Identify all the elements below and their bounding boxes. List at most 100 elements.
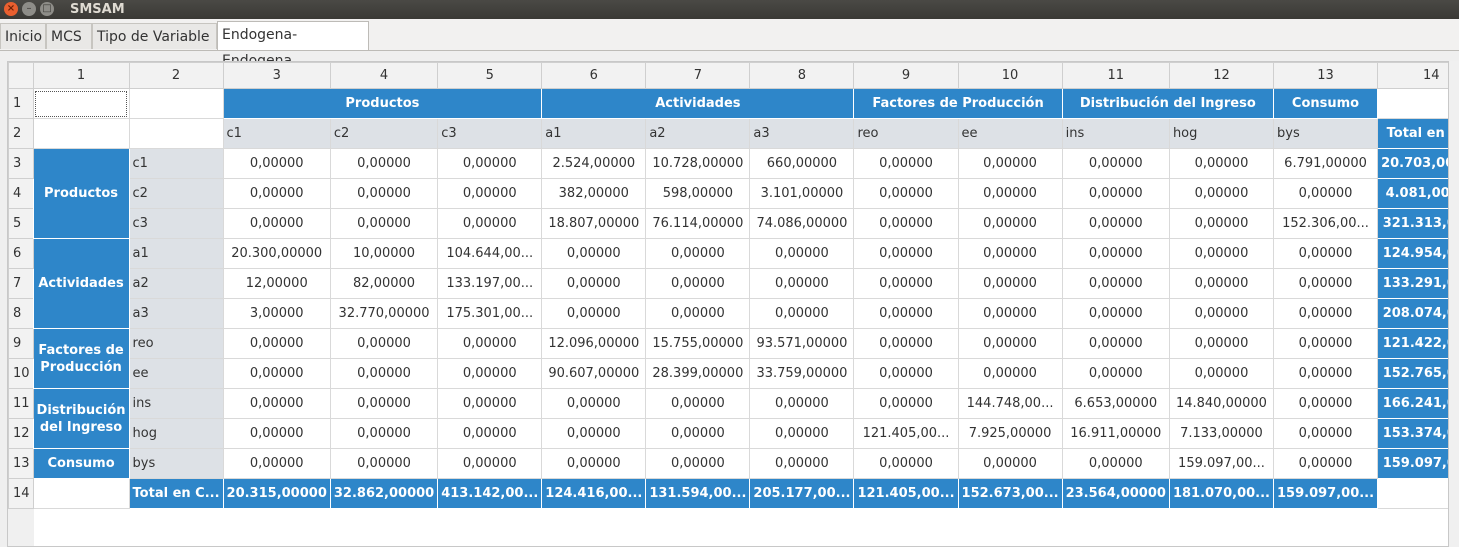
sub-column-label[interactable]: a1 [541, 118, 647, 149]
grid-cell[interactable]: 0,00000 [957, 328, 1063, 359]
grid-cell[interactable]: 0,00000 [437, 388, 543, 419]
grid-cell[interactable]: 0,00000 [853, 208, 959, 239]
row-header[interactable]: 4 [8, 178, 34, 209]
grid-cell[interactable]: 0,00000 [749, 238, 855, 269]
grid-cell[interactable]: 0,00000 [957, 148, 1063, 179]
column-total-cell[interactable]: 152.673,00... [957, 478, 1063, 509]
grid-cell[interactable]: 0,00000 [1061, 238, 1170, 269]
row-total-cell[interactable]: 124.954,00... [1377, 238, 1448, 269]
column-header[interactable]: 10 [957, 62, 1063, 89]
grid-cell[interactable]: 15.755,00000 [645, 328, 751, 359]
grid-cell[interactable]: 0,00000 [1061, 328, 1170, 359]
row-header[interactable]: 5 [8, 208, 34, 239]
column-header[interactable]: 12 [1168, 62, 1275, 89]
grid-cell[interactable]: 0,00000 [645, 448, 751, 479]
grid-cell[interactable]: 0,00000 [1272, 328, 1379, 359]
row-header[interactable]: 2 [8, 118, 34, 149]
total-en-columna-label[interactable]: Total en C... [128, 478, 224, 509]
grid-cell[interactable]: 0,00000 [1272, 238, 1379, 269]
row-total-cell[interactable]: 20.703,00000 [1377, 148, 1448, 179]
grid-cell[interactable]: 0,00000 [1168, 328, 1275, 359]
grid-cell[interactable]: 18.807,00000 [541, 208, 647, 239]
column-header[interactable]: 4 [329, 62, 439, 89]
group-header-consumo[interactable]: Consumo [1272, 88, 1379, 119]
grid-cell[interactable]: 0,00000 [1272, 268, 1379, 299]
tab-tipo-de-variable[interactable]: Tipo de Variable [92, 23, 217, 49]
grid-cell[interactable]: 0,00000 [437, 148, 543, 179]
group-row-distribucion[interactable]: Distribución del Ingreso [32, 388, 130, 449]
grid-cell[interactable]: 175.301,00... [437, 298, 543, 329]
column-header[interactable]: 9 [853, 62, 959, 89]
row-total-cell[interactable]: 153.374,00... [1377, 418, 1448, 449]
grid-cell[interactable]: 33.759,00000 [749, 358, 855, 389]
grid-cell[interactable]: 0,00000 [1168, 298, 1275, 329]
grid-cell[interactable]: 3.101,00000 [749, 178, 855, 209]
sub-row-label[interactable]: hog [128, 418, 224, 449]
column-header[interactable]: 11 [1061, 62, 1170, 89]
grid-cell[interactable]: 0,00000 [853, 268, 959, 299]
column-header[interactable]: 13 [1272, 62, 1379, 89]
column-total-cell[interactable]: 20.315,00000 [222, 478, 331, 509]
maximize-icon[interactable]: □ [40, 2, 54, 16]
row-total-cell[interactable]: 4.081,00000 [1377, 178, 1448, 209]
grid-cell[interactable]: 104.644,00... [437, 238, 543, 269]
group-row-consumo[interactable]: Consumo [32, 448, 130, 479]
grid-cell[interactable]: 0,00000 [329, 388, 439, 419]
grid-cell[interactable]: 0,00000 [645, 298, 751, 329]
grid-cell[interactable]: 7.133,00000 [1168, 418, 1275, 449]
sub-column-label[interactable]: c1 [222, 118, 331, 149]
grid-cell[interactable]: 0,00000 [957, 178, 1063, 209]
sub-row-label[interactable]: a2 [128, 268, 224, 299]
sub-row-label[interactable]: c1 [128, 148, 224, 179]
grid-cell[interactable]: 0,00000 [541, 238, 647, 269]
grid-cell[interactable]: 0,00000 [222, 148, 331, 179]
grid-cell[interactable]: 0,00000 [1272, 388, 1379, 419]
grid-cell[interactable]: 0,00000 [1168, 358, 1275, 389]
grid-cell[interactable] [1377, 478, 1448, 509]
column-header[interactable]: 14 [1377, 62, 1448, 89]
column-total-cell[interactable]: 121.405,00... [853, 478, 959, 509]
column-header[interactable]: 6 [541, 62, 647, 89]
row-total-cell[interactable]: 121.422,00... [1377, 328, 1448, 359]
data-grid[interactable]: 1 2 3 4 5 6 7 8 9 10 11 12 13 14 1 Productos Actividades… [7, 61, 1449, 547]
row-header[interactable]: 9 [8, 328, 34, 359]
grid-cell[interactable]: 0,00000 [437, 178, 543, 209]
row-total-cell[interactable]: 208.074,00... [1377, 298, 1448, 329]
grid-cell[interactable]: 0,00000 [541, 268, 647, 299]
sub-column-label[interactable]: c3 [437, 118, 543, 149]
grid-cell[interactable]: 0,00000 [222, 178, 331, 209]
column-header[interactable]: 8 [749, 62, 855, 89]
minimize-icon[interactable]: – [22, 2, 36, 16]
grid-cell[interactable]: 0,00000 [1061, 298, 1170, 329]
corner-header[interactable] [8, 62, 34, 89]
grid-cell[interactable]: 0,00000 [853, 328, 959, 359]
group-header-productos[interactable]: Productos [222, 88, 543, 119]
grid-cell[interactable]: 0,00000 [222, 208, 331, 239]
group-header-actividades[interactable]: Actividades [541, 88, 855, 119]
grid-cell[interactable]: 0,00000 [957, 358, 1063, 389]
grid-cell[interactable]: 0,00000 [749, 298, 855, 329]
sub-row-label[interactable]: ee [128, 358, 224, 389]
column-total-cell[interactable]: 124.416,00... [541, 478, 647, 509]
column-total-cell[interactable]: 413.142,00... [437, 478, 543, 509]
group-row-productos[interactable]: Productos [32, 148, 130, 239]
grid-cell[interactable]: 0,00000 [1272, 358, 1379, 389]
grid-cell[interactable]: 0,00000 [645, 388, 751, 419]
grid-cell[interactable]: 6.653,00000 [1061, 388, 1170, 419]
grid-cell[interactable]: 32.770,00000 [329, 298, 439, 329]
grid-cell[interactable]: 2.524,00000 [541, 148, 647, 179]
grid-cell[interactable]: 0,00000 [749, 418, 855, 449]
sub-column-label[interactable]: reo [853, 118, 959, 149]
group-row-factores[interactable]: Factores de Producción [32, 328, 130, 389]
grid-cell[interactable]: 660,00000 [749, 148, 855, 179]
sub-column-label[interactable]: hog [1168, 118, 1275, 149]
grid-cell[interactable]: 0,00000 [1061, 208, 1170, 239]
grid-cell[interactable]: 90.607,00000 [541, 358, 647, 389]
grid-cell[interactable]: 0,00000 [1061, 148, 1170, 179]
row-header[interactable]: 8 [8, 298, 34, 329]
row-total-cell[interactable]: 152.765,00... [1377, 358, 1448, 389]
grid-cell[interactable]: 382,00000 [541, 178, 647, 209]
grid-cell[interactable]: 0,00000 [329, 448, 439, 479]
grid-cell[interactable]: 0,00000 [1168, 148, 1275, 179]
grid-cell[interactable]: 0,00000 [645, 418, 751, 449]
